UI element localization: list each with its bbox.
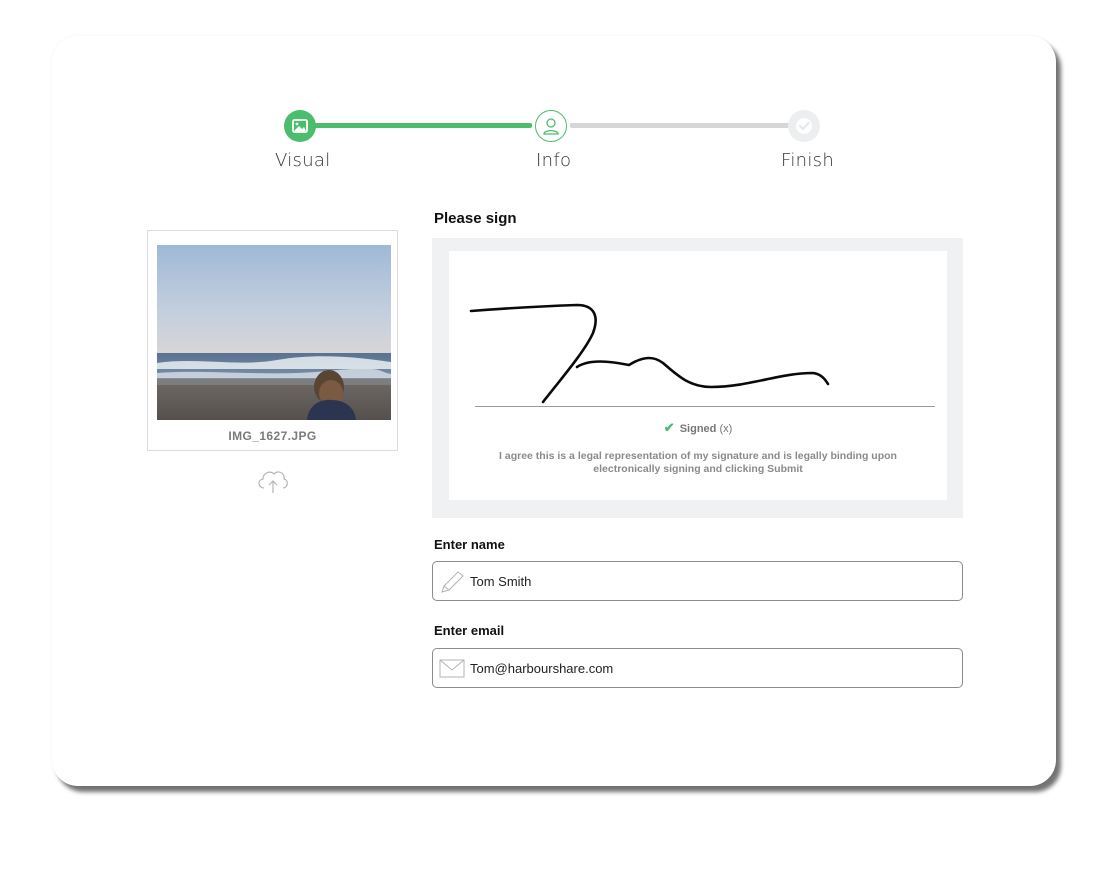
signature-pad[interactable]: ✔ Signed (x) I agree this is a legal rep… xyxy=(449,251,947,500)
signature-panel: ✔ Signed (x) I agree this is a legal rep… xyxy=(432,238,963,518)
clear-signature-button[interactable]: (x) xyxy=(719,423,732,435)
email-input[interactable] xyxy=(470,649,950,687)
step-visual-node[interactable] xyxy=(284,110,316,142)
pencil-icon xyxy=(441,571,464,593)
envelope-icon xyxy=(439,659,465,678)
email-field-label: Enter email xyxy=(434,623,505,638)
check-circle-icon xyxy=(796,118,812,134)
file-name-label: IMG_1627.JPG xyxy=(228,429,317,443)
name-field[interactable] xyxy=(432,561,963,601)
agreement-text: I agree this is a legal representation o… xyxy=(499,450,897,475)
signed-status-text: Signed xyxy=(679,423,717,435)
user-icon xyxy=(543,118,559,135)
step-finish-label: Finish xyxy=(781,150,835,171)
step-finish-node[interactable] xyxy=(788,110,820,142)
step-info-node[interactable] xyxy=(535,110,567,142)
name-field-label: Enter name xyxy=(434,537,505,552)
cloud-upload-icon[interactable] xyxy=(255,466,291,499)
email-field[interactable] xyxy=(432,648,963,688)
photo-thumbnail[interactable] xyxy=(157,245,391,420)
step-info-label: Info xyxy=(536,150,572,171)
progress-track-pending xyxy=(570,123,792,128)
step-visual-label: Visual xyxy=(275,150,331,171)
checkmark-icon: ✔ xyxy=(663,420,675,435)
image-preview-card: IMG_1627.JPG xyxy=(147,230,398,451)
progress-track-complete xyxy=(310,123,532,128)
image-icon xyxy=(292,119,308,133)
name-input[interactable] xyxy=(470,562,950,600)
signed-status: ✔ Signed (x) xyxy=(449,420,947,436)
signature-baseline xyxy=(475,406,935,407)
signature-title: Please sign xyxy=(434,210,517,227)
